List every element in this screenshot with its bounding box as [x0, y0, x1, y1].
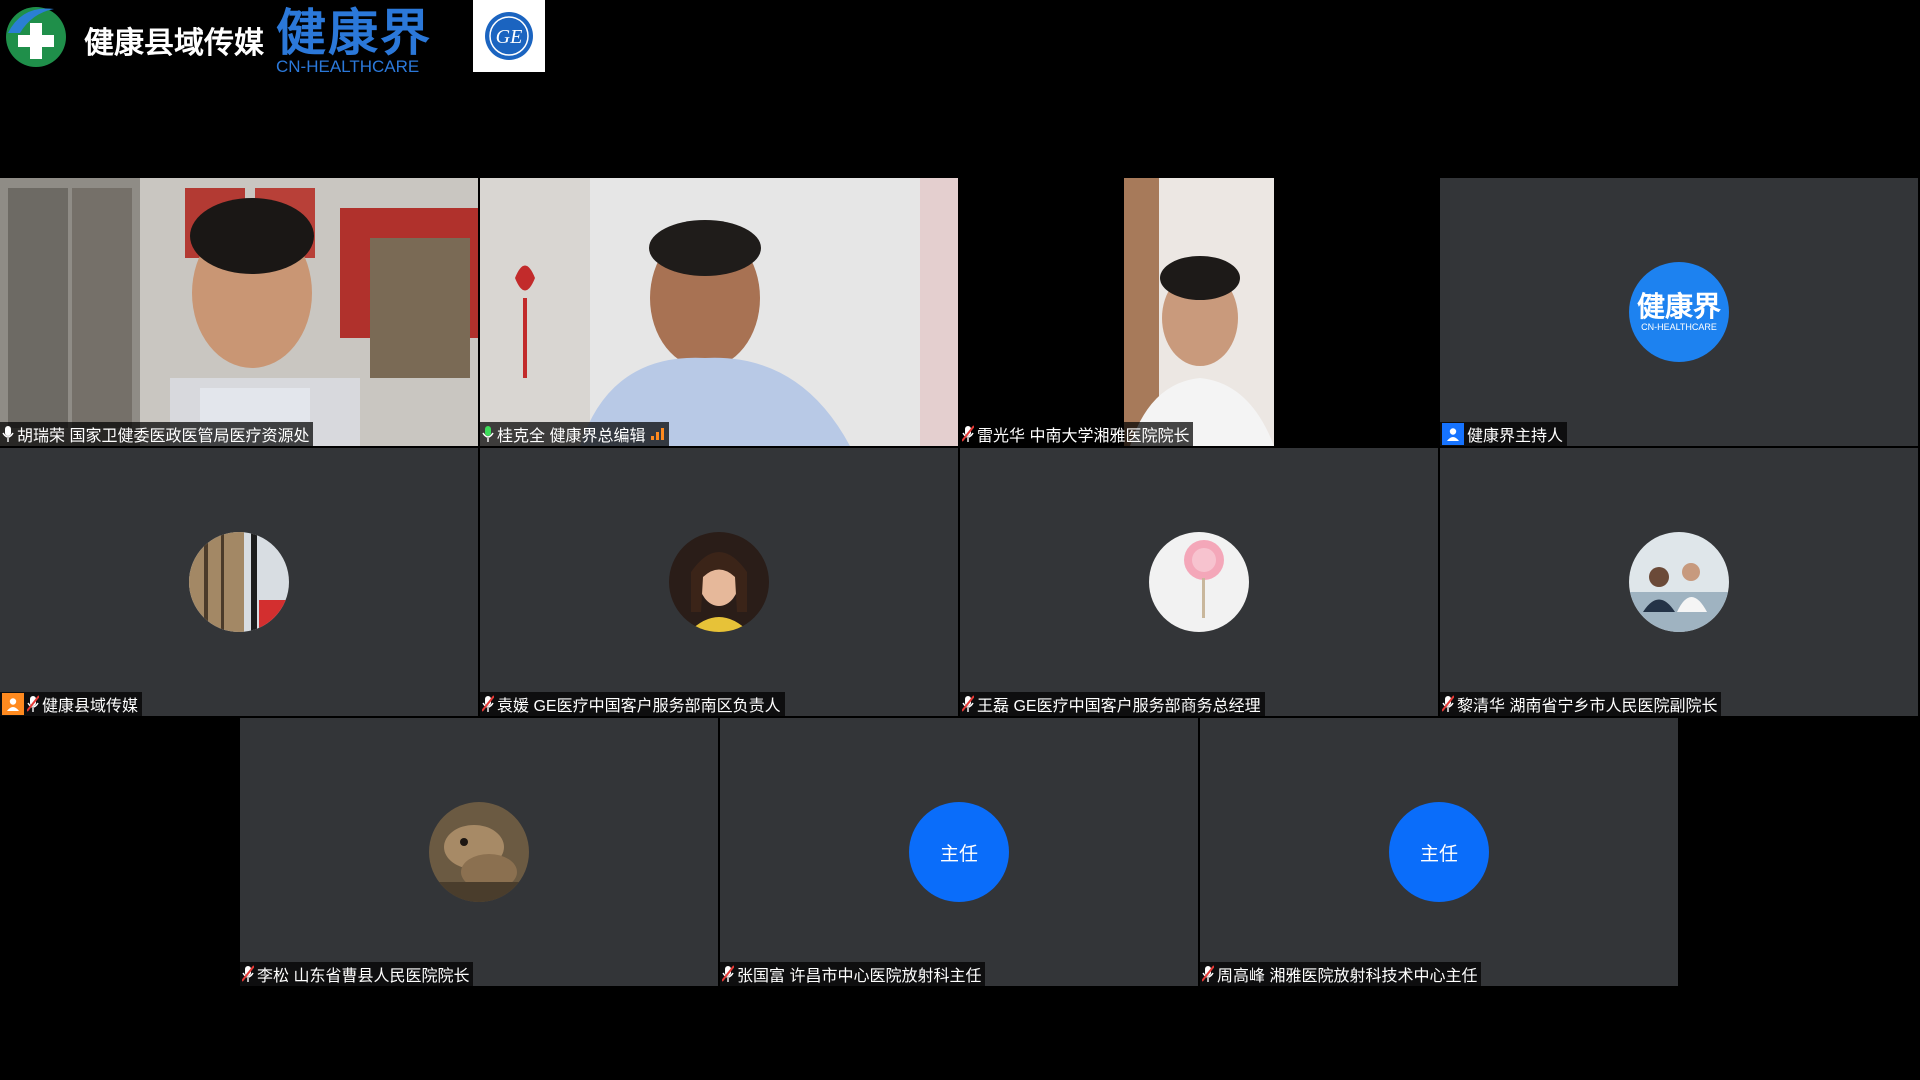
participant-tile-li-song[interactable]: 李松 山东省曹县人民医院院长 [240, 718, 718, 986]
participant-name: 张国富 许昌市中心医院放射科主任 [737, 968, 982, 985]
avatar: 健康界 CN-HEALTHCARE [1629, 262, 1729, 362]
microphone-muted-icon [962, 695, 974, 712]
participant-name-label: 王磊 GE医疗中国客户服务部商务总经理 [960, 692, 1265, 716]
participant-tile-li-qinghua[interactable]: 黎清华 湖南省宁乡市人民医院副院长 [1440, 448, 1918, 716]
participant-tile-yuan-yuan[interactable]: 袁媛 GE医疗中国客户服务部南区负责人 [480, 448, 958, 716]
participant-name: 桂克全 健康界总编辑 [497, 428, 646, 445]
participant-tile-hu-ruirong[interactable]: 胡瑞荣 国家卫健委医政医管局医疗资源处 [0, 178, 478, 446]
participant-name: 王磊 GE医疗中国客户服务部商务总经理 [977, 698, 1261, 715]
avatar [1629, 532, 1729, 632]
participant-name: 健康县域传媒 [42, 698, 139, 715]
participant-name: 雷光华 中南大学湘雅医院院长 [977, 428, 1190, 445]
participant-tile-wang-lei[interactable]: 王磊 GE医疗中国客户服务部商务总经理 [960, 448, 1438, 716]
participant-name-label: 黎清华 湖南省宁乡市人民医院副院长 [1440, 692, 1722, 716]
video-feed [480, 178, 958, 446]
microphone-icon [482, 426, 494, 442]
participant-name-label: 健康界主持人 [1440, 422, 1568, 446]
participant-name: 健康界主持人 [1467, 428, 1564, 445]
avatar [1149, 532, 1249, 632]
participant-name: 胡瑞荣 国家卫健委医政医管局医疗资源处 [17, 428, 310, 445]
participant-name: 周高峰 湘雅医院放射科技术中心主任 [1217, 968, 1478, 985]
health-county-media-logo [2, 3, 70, 71]
avatar: 主任 [1389, 802, 1489, 902]
microphone-muted-icon [1202, 965, 1214, 982]
participant-name: 黎清华 湖南省宁乡市人民医院副院长 [1457, 698, 1718, 715]
cn-healthcare-logo: 健康界 CN-HEALTHCARE [276, 6, 430, 76]
microphone-muted-icon [1442, 695, 1454, 712]
avatar-text-en: CN-HEALTHCARE [1641, 322, 1717, 332]
avatar: 主任 [909, 802, 1009, 902]
brand-name: 健康县域传媒 [84, 27, 264, 60]
avatar-text: 主任 [939, 843, 978, 865]
participant-tile-host[interactable]: 健康界 CN-HEALTHCARE 健康界主持人 [1440, 178, 1918, 446]
microphone-muted-icon [482, 695, 494, 712]
participant-name-label: 胡瑞荣 国家卫健委医政医管局医疗资源处 [0, 422, 314, 446]
ge-logo-text: GE [496, 26, 523, 48]
participant-name-label: 张国富 许昌市中心医院放射科主任 [720, 962, 986, 986]
ge-logo: GE [473, 0, 545, 72]
cn-healthcare-logo-en: CN-HEALTHCARE [276, 57, 420, 76]
video-feed [960, 178, 1438, 446]
participant-name-label: 健康县域传媒 [0, 692, 143, 716]
microphone-muted-icon [242, 965, 254, 982]
participant-name-label: 雷光华 中南大学湘雅医院院长 [960, 422, 1194, 446]
participant-tile-lei-guanghua[interactable]: 雷光华 中南大学湘雅医院院长 [960, 178, 1438, 446]
participant-tile-gui-kequan[interactable]: 桂克全 健康界总编辑 [480, 178, 958, 446]
cn-healthcare-logo-cn: 健康界 [276, 5, 432, 61]
co-host-icon [2, 693, 24, 715]
participant-tile-health-county-media[interactable]: 健康县域传媒 [0, 448, 478, 716]
participant-name-label: 周高峰 湘雅医院放射科技术中心主任 [1200, 962, 1482, 986]
participant-tile-zhang-guofu[interactable]: 主任 张国富 许昌市中心医院放射科主任 [720, 718, 1198, 986]
participant-tile-zhou-gaofeng[interactable]: 主任 周高峰 湘雅医院放射科技术中心主任 [1200, 718, 1678, 986]
video-feed [0, 178, 478, 446]
participant-name-label: 桂克全 健康界总编辑 [480, 422, 670, 446]
avatar [189, 532, 289, 632]
microphone-muted-icon [722, 965, 734, 982]
signal-strength-icon [651, 428, 665, 440]
participant-name-label: 袁媛 GE医疗中国客户服务部南区负责人 [480, 692, 785, 716]
host-icon [1442, 423, 1464, 445]
microphone-icon [2, 426, 14, 442]
participant-name: 李松 山东省曹县人民医院院长 [257, 968, 470, 985]
avatar-text: 主任 [1419, 843, 1458, 865]
participant-name-label: 李松 山东省曹县人民医院院长 [240, 962, 474, 986]
microphone-muted-icon [962, 425, 974, 442]
microphone-muted-icon [27, 695, 39, 712]
avatar [429, 802, 529, 902]
participant-name: 袁媛 GE医疗中国客户服务部南区负责人 [497, 698, 781, 715]
avatar-text-cn: 健康界 [1636, 291, 1721, 322]
avatar [669, 532, 769, 632]
